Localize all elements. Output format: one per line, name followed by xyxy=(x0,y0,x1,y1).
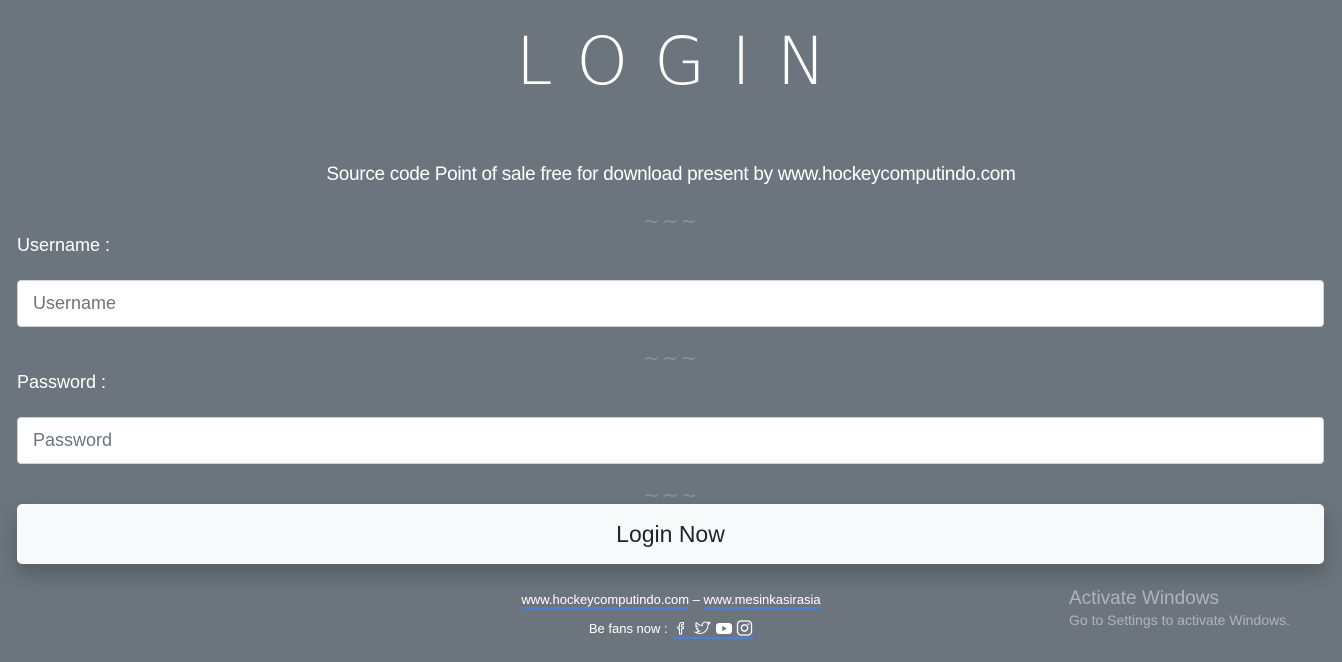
footer-separator: – xyxy=(689,592,704,607)
username-input[interactable] xyxy=(17,280,1324,327)
password-label: Password : xyxy=(17,372,107,392)
footer-link-mesinkasirasia[interactable]: www.mesinkasirasia xyxy=(703,592,821,609)
username-label: Username : xyxy=(17,235,111,255)
footer-link-hockeycomputindo[interactable]: www.hockeycomputindo.com xyxy=(521,592,690,609)
login-page: LOGIN Source code Point of sale free for… xyxy=(0,0,1342,662)
watermark-title: Activate Windows xyxy=(1069,588,1219,609)
twitter-icon[interactable] xyxy=(693,620,711,636)
divider: ~~~ xyxy=(642,483,700,507)
login-button[interactable]: Login Now xyxy=(17,504,1324,564)
social-links xyxy=(673,620,754,640)
facebook-icon[interactable] xyxy=(673,620,689,636)
password-input[interactable] xyxy=(17,417,1324,464)
page-title: LOGIN xyxy=(515,23,853,100)
youtube-icon[interactable] xyxy=(715,620,733,636)
divider: ~~~ xyxy=(642,346,700,370)
page-subtitle: Source code Point of sale free for downl… xyxy=(326,164,1016,185)
divider: ~~~ xyxy=(642,209,700,233)
instagram-icon[interactable] xyxy=(736,620,753,636)
fans-label: Be fans now : xyxy=(588,621,672,636)
watermark-subtitle: Go to Settings to activate Windows. xyxy=(1069,612,1290,628)
activate-windows-watermark: Activate Windows Go to Settings to activ… xyxy=(1069,587,1290,629)
